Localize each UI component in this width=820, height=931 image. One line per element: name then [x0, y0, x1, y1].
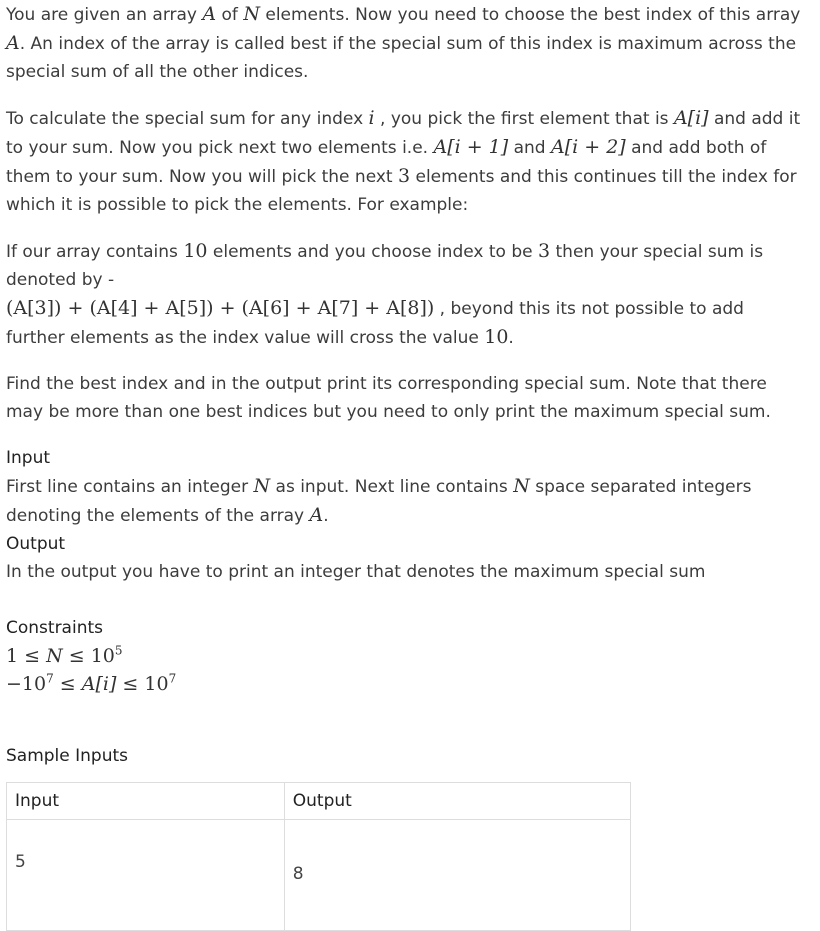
example-paragraph: If our array contains 10 elements and yo… — [6, 240, 764, 348]
intro-paragraph: You are given an array A of N elements. … — [6, 3, 801, 82]
sample-table: Input Output 5 8 — [6, 782, 632, 931]
task-paragraph: Find the best index and in the output pr… — [6, 374, 771, 422]
output-heading: Output — [6, 534, 66, 554]
sample-input-cell: 5 — [6, 819, 285, 931]
problem-statement: You are given an array A of N elements. … — [0, 0, 806, 931]
constraint-n: 1 ≤ N ≤ 105 — [6, 643, 123, 667]
sample-inputs-title: Sample Inputs — [6, 746, 129, 766]
sample-input-header: Input — [6, 782, 285, 820]
calc-paragraph: To calculate the special sum for any ind… — [6, 107, 801, 215]
constraint-ai: −107 ≤ A[i] ≤ 107 — [6, 671, 177, 695]
example-formula: (A[3]) + (A[4] + A[5]) + (A[6] + A[7] + … — [6, 297, 435, 319]
table-row: 5 8 — [6, 819, 632, 931]
output-description: In the output you have to print an integ… — [6, 562, 706, 582]
constraints-heading: Constraints — [6, 618, 103, 638]
sample-output-header: Output — [283, 782, 632, 820]
input-description: First line contains an integer N as inpu… — [6, 475, 752, 526]
sample-table-header: Input Output — [6, 782, 632, 820]
sample-output-cell: 8 — [283, 819, 632, 931]
input-heading: Input — [6, 448, 51, 468]
